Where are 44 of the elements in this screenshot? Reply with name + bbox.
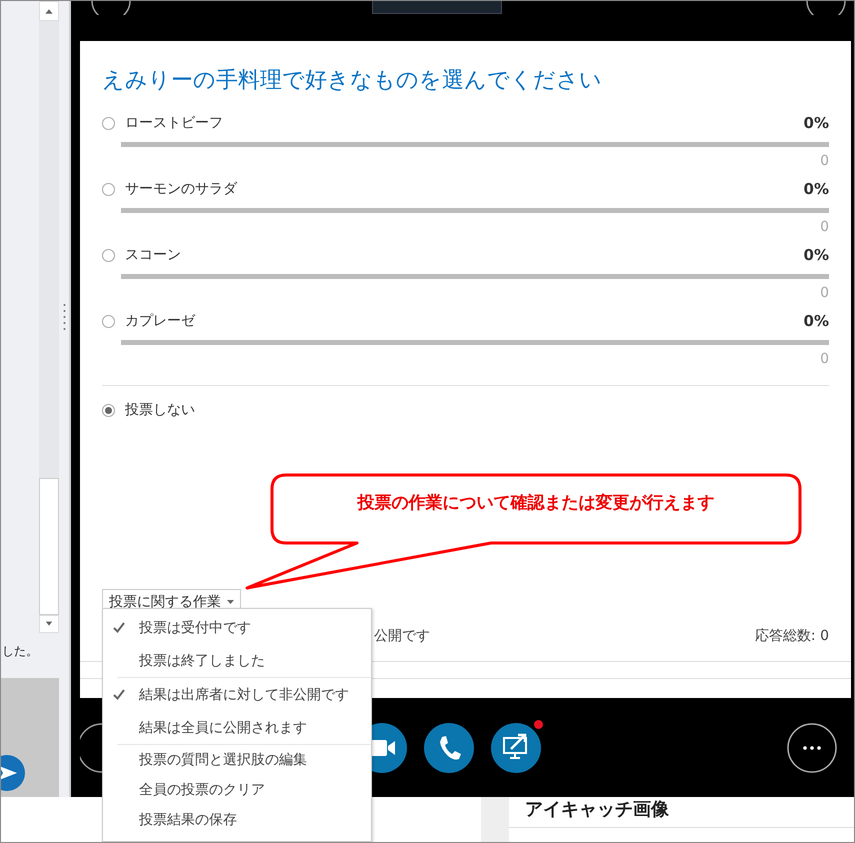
circle-button-icon[interactable] — [90, 1, 132, 15]
option-percent: 0% — [804, 246, 829, 264]
option-percent: 0% — [804, 180, 829, 198]
chat-message: した。 — [2, 643, 39, 660]
circle-button-icon[interactable] — [805, 1, 847, 15]
option-label: サーモンのサラダ — [125, 180, 238, 198]
status-text: 公開です — [374, 627, 430, 645]
menu-item[interactable]: 全員の投票のクリア — [103, 775, 371, 805]
menu-item[interactable]: 投票の質問と選択肢の編集 — [103, 745, 371, 775]
option-percent: 0% — [804, 312, 829, 330]
radio-button[interactable] — [102, 248, 115, 262]
vote-count: 0 — [819, 153, 829, 171]
share-screen-icon[interactable] — [491, 722, 541, 772]
vote-count: 0 — [819, 285, 829, 303]
radio-button[interactable] — [102, 404, 115, 416]
menu-item[interactable]: 投票結果の保存 — [103, 805, 371, 835]
response-total: 応答総数: 0 — [754, 627, 829, 645]
resize-grip-icon[interactable] — [63, 302, 66, 332]
send-icon[interactable] — [1, 755, 25, 791]
menu-item[interactable]: 投票は終了しました — [103, 644, 371, 677]
scroll-up-icon[interactable] — [39, 1, 59, 21]
menu-item[interactable]: 結果は全員に公開されます — [103, 711, 371, 744]
option-label: ローストビーフ — [125, 114, 224, 132]
option-percent: 0% — [804, 114, 829, 132]
radio-button[interactable] — [102, 182, 115, 196]
page-heading: アイキャッチ画像 — [525, 798, 669, 821]
scrollbar[interactable] — [39, 1, 59, 633]
option-label: カプレーゼ — [125, 312, 196, 330]
poll-question: えみりーの手料理で好きなものを選んでください — [102, 67, 603, 95]
phone-icon[interactable] — [424, 722, 474, 772]
radio-button[interactable] — [102, 314, 115, 328]
caret-icon — [227, 600, 234, 604]
sidebar-background — [481, 797, 509, 842]
menu-item[interactable]: 結果は出席者に対して非公開です — [103, 678, 371, 711]
vote-count: 0 — [819, 351, 829, 369]
more-options-icon[interactable] — [787, 722, 837, 772]
circle-button-icon[interactable] — [80, 722, 102, 772]
radio-button[interactable] — [102, 116, 115, 130]
scroll-down-icon[interactable] — [39, 615, 59, 633]
scroll-thumb[interactable] — [39, 478, 59, 615]
option-label: スコーン — [125, 246, 182, 264]
option-label: 投票しない — [125, 401, 196, 419]
callout-text: 投票の作業について確認または変更が行えます — [356, 492, 716, 514]
vote-count: 0 — [819, 219, 829, 237]
